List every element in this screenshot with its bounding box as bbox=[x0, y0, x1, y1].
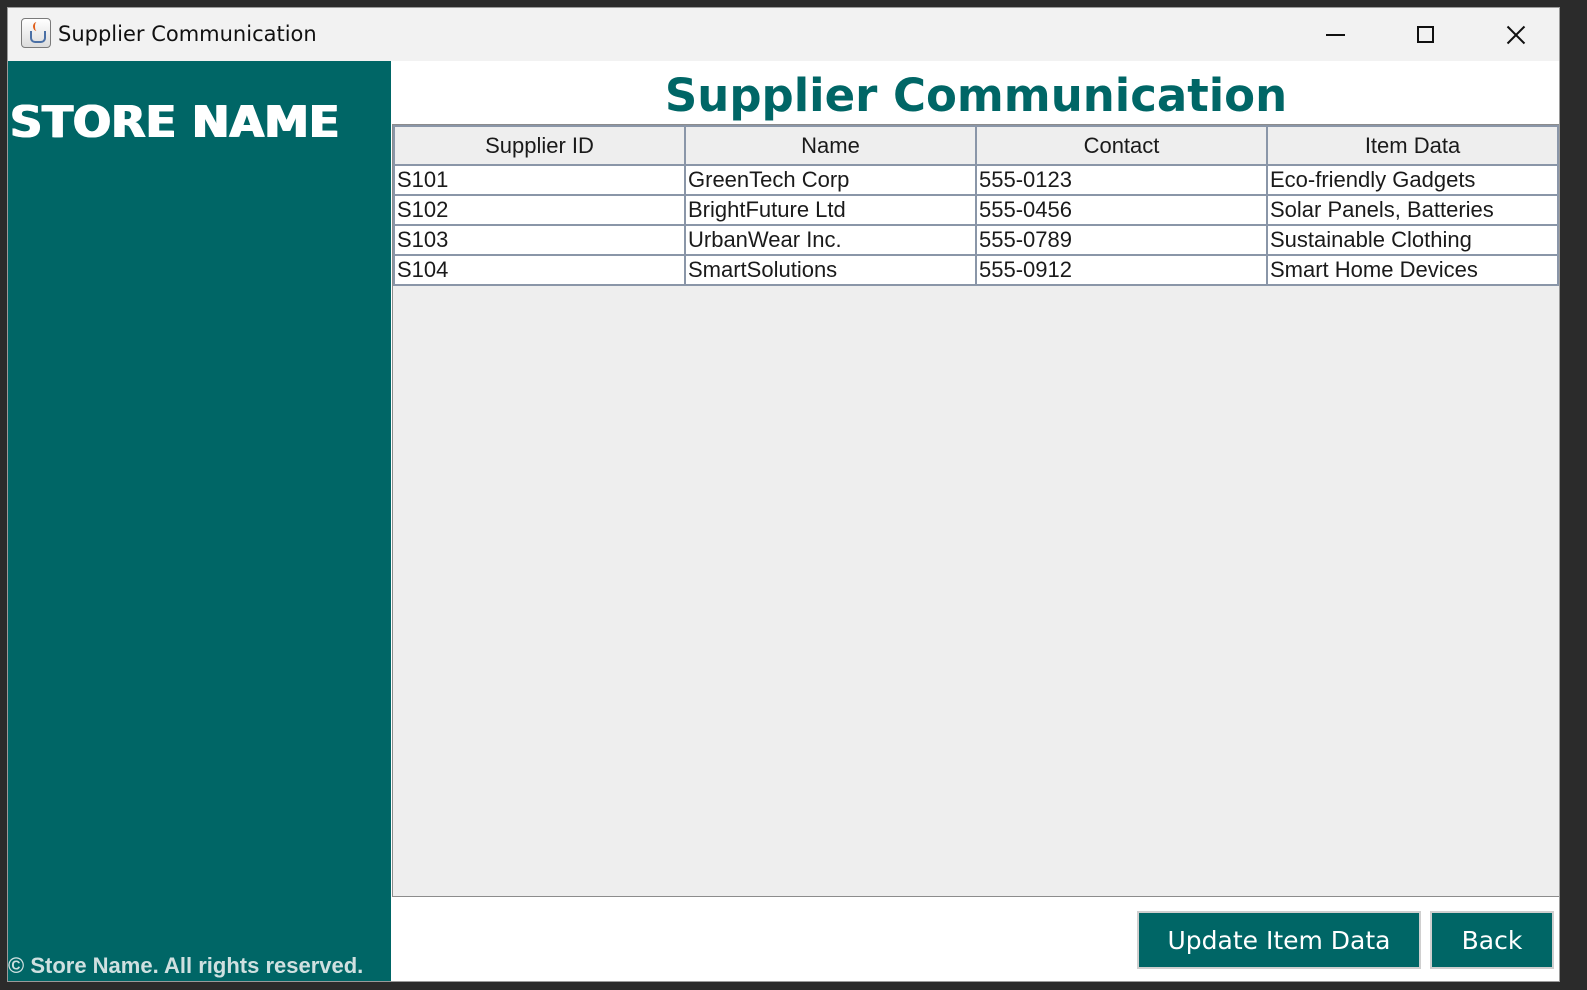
close-icon bbox=[1505, 24, 1527, 46]
table-row[interactable]: S104 SmartSolutions 555-0912 Smart Home … bbox=[393, 254, 1559, 286]
table-row[interactable]: S102 BrightFuture Ltd 555-0456 Solar Pan… bbox=[393, 194, 1559, 226]
column-header-item-data[interactable]: Item Data bbox=[1266, 125, 1559, 166]
table-cell[interactable]: S101 bbox=[393, 164, 686, 196]
minimize-button[interactable] bbox=[1290, 8, 1380, 61]
table-cell[interactable]: Sustainable Clothing bbox=[1266, 224, 1559, 256]
update-item-data-button[interactable]: Update Item Data bbox=[1137, 911, 1421, 969]
table-cell[interactable]: BrightFuture Ltd bbox=[684, 194, 977, 226]
supplier-table[interactable]: Supplier ID Name Contact Item Data S101 … bbox=[393, 125, 1559, 286]
title-bar[interactable]: Supplier Communication bbox=[8, 8, 1559, 61]
table-cell[interactable]: S104 bbox=[393, 254, 686, 286]
table-cell[interactable]: 555-0456 bbox=[975, 194, 1268, 226]
table-cell[interactable]: Eco-friendly Gadgets bbox=[1266, 164, 1559, 196]
table-cell[interactable]: 555-0789 bbox=[975, 224, 1268, 256]
column-header-contact[interactable]: Contact bbox=[975, 125, 1268, 166]
table-cell[interactable]: S102 bbox=[393, 194, 686, 226]
maximize-button[interactable] bbox=[1380, 8, 1470, 61]
supplier-table-scrollpane[interactable]: Supplier ID Name Contact Item Data S101 … bbox=[392, 124, 1559, 897]
close-button[interactable] bbox=[1471, 8, 1559, 61]
table-cell[interactable]: Solar Panels, Batteries bbox=[1266, 194, 1559, 226]
app-window: Supplier Communication STORE NAME © Stor… bbox=[7, 7, 1560, 982]
table-cell[interactable]: 555-0912 bbox=[975, 254, 1268, 286]
main-panel: Supplier Communication Supplier ID Name … bbox=[391, 61, 1559, 981]
page-title: Supplier Communication bbox=[664, 69, 1288, 122]
store-name-logo: STORE NAME bbox=[10, 97, 340, 148]
table-cell[interactable]: S103 bbox=[393, 224, 686, 256]
table-header-row: Supplier ID Name Contact Item Data bbox=[393, 125, 1559, 166]
table-cell[interactable]: Smart Home Devices bbox=[1266, 254, 1559, 286]
sidebar: STORE NAME © Store Name. All rights rese… bbox=[8, 61, 391, 981]
minimize-icon bbox=[1325, 33, 1345, 36]
java-cup-icon[interactable] bbox=[21, 18, 51, 48]
copyright-footer: © Store Name. All rights reserved. bbox=[8, 953, 364, 978]
table-row[interactable]: S101 GreenTech Corp 555-0123 Eco-friendl… bbox=[393, 164, 1559, 196]
table-cell[interactable]: GreenTech Corp bbox=[684, 164, 977, 196]
back-button[interactable]: Back bbox=[1430, 911, 1554, 969]
window-title: Supplier Communication bbox=[58, 22, 317, 46]
table-cell[interactable]: SmartSolutions bbox=[684, 254, 977, 286]
column-header-name[interactable]: Name bbox=[684, 125, 977, 166]
table-row[interactable]: S103 UrbanWear Inc. 555-0789 Sustainable… bbox=[393, 224, 1559, 256]
table-cell[interactable]: UrbanWear Inc. bbox=[684, 224, 977, 256]
column-header-supplier-id[interactable]: Supplier ID bbox=[393, 125, 686, 166]
maximize-icon bbox=[1416, 26, 1434, 43]
table-cell[interactable]: 555-0123 bbox=[975, 164, 1268, 196]
